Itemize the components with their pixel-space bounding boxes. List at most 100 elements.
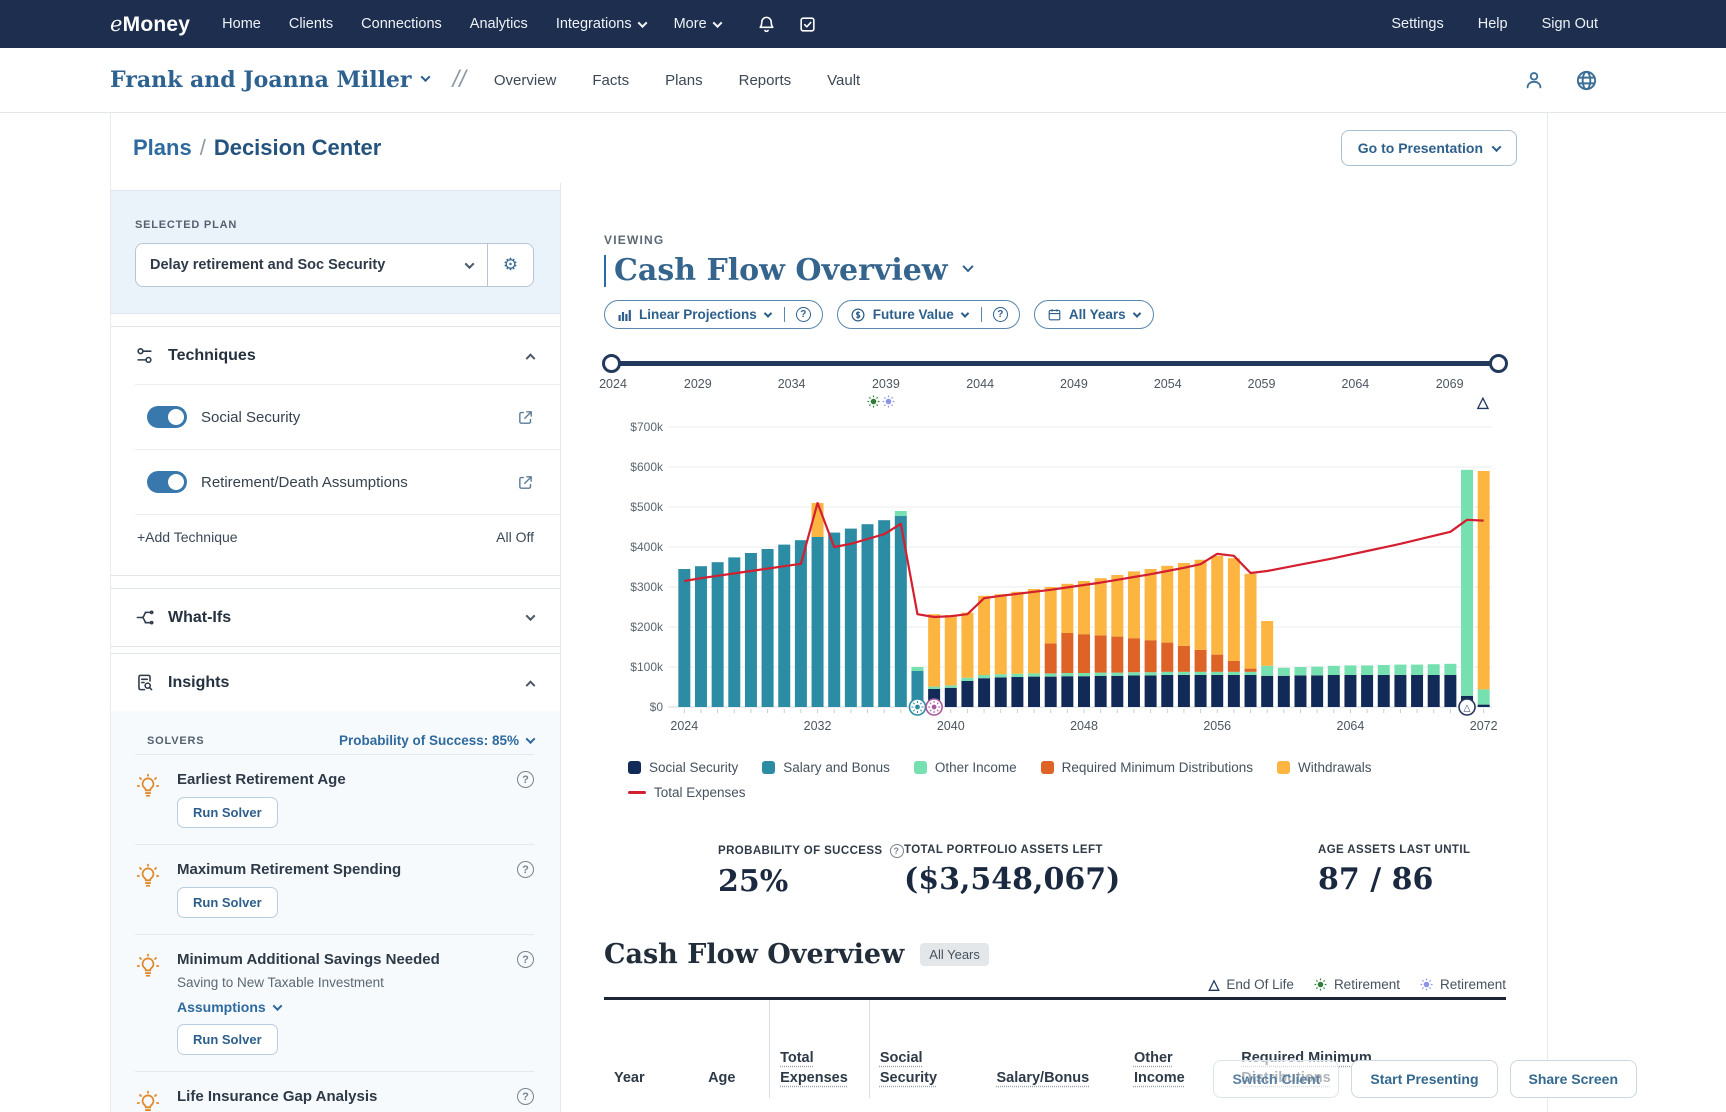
- slider-handle-end[interactable]: [1489, 354, 1508, 373]
- help-icon[interactable]: ?: [517, 771, 534, 788]
- column-salary-bonus: Salary/Bonus: [987, 999, 1124, 1099]
- bell-icon[interactable]: [757, 15, 776, 34]
- nav-clients[interactable]: Clients: [289, 16, 333, 32]
- all-years-label: All Years: [1069, 307, 1126, 322]
- stat-label: PROBABILITY OF SUCCESS: [718, 845, 883, 857]
- run-solver-button[interactable]: Run Solver: [177, 797, 278, 828]
- start-presenting-button[interactable]: Start Presenting: [1351, 1060, 1497, 1098]
- assumptions-text: Assumptions: [177, 999, 266, 1015]
- help-icon: ?: [993, 307, 1008, 322]
- nav-home[interactable]: Home: [222, 16, 261, 32]
- client-selector[interactable]: Frank and Joanna Miller: [110, 67, 429, 93]
- plan-settings-button[interactable]: ⚙: [487, 244, 533, 286]
- marker-retirement-2: Retirement: [1420, 976, 1506, 993]
- end-of-life-icon: △: [1477, 393, 1489, 411]
- solver-title: Minimum Additional Savings Needed: [177, 951, 440, 968]
- external-link-icon[interactable]: [517, 409, 534, 426]
- retirement-icon: [882, 395, 895, 408]
- social-security-toggle[interactable]: [147, 406, 187, 428]
- solver-earliest-retirement-age: Earliest Retirement Age ? Run Solver: [135, 754, 534, 844]
- probability-of-success-link[interactable]: Probability of Success: 85%: [339, 733, 534, 748]
- tab-vault[interactable]: Vault: [827, 72, 860, 89]
- nav-more[interactable]: More: [674, 16, 721, 32]
- help-icon[interactable]: ?: [890, 844, 904, 858]
- marker-retirement-1: Retirement: [1314, 976, 1400, 993]
- what-ifs-header[interactable]: What-Ifs: [111, 589, 560, 646]
- retirement-icon: [1314, 978, 1327, 991]
- solver-title: Earliest Retirement Age: [177, 771, 346, 788]
- svg-text:$300k: $300k: [630, 580, 664, 594]
- plan-select-value[interactable]: Delay retirement and Soc Security: [136, 244, 487, 286]
- value-mode-chip: Future Value ?: [837, 300, 1020, 329]
- slider-year: 2064: [1341, 377, 1369, 391]
- chevron-down-icon[interactable]: [962, 260, 973, 271]
- help-icon[interactable]: ?: [517, 1088, 534, 1105]
- retirement-icon: [867, 395, 880, 408]
- insights-title: Insights: [168, 674, 229, 692]
- external-link-icon[interactable]: [517, 474, 534, 491]
- lightbulb-icon: [135, 953, 161, 979]
- chevron-down-icon: [712, 18, 722, 28]
- share-screen-button[interactable]: Share Screen: [1510, 1060, 1638, 1098]
- techniques-icon: [135, 346, 154, 365]
- legend-swatch: [1041, 761, 1054, 774]
- tab-plans[interactable]: Plans: [665, 72, 703, 89]
- slider-year-labels: 2024 2029 2034 2039 2044 2049 2054 2059 …: [604, 377, 1506, 393]
- slider-track[interactable]: [604, 361, 1506, 366]
- nav-analytics[interactable]: Analytics: [470, 16, 528, 32]
- lightbulb-icon: [135, 773, 161, 799]
- projection-help-button[interactable]: ?: [784, 307, 822, 322]
- globe-icon[interactable]: [1575, 69, 1598, 92]
- chart-filters: Linear Projections ? Future Value ?: [604, 300, 1506, 329]
- svg-text:2072: 2072: [1470, 719, 1498, 733]
- legend-swatch: [1277, 761, 1290, 774]
- selected-plan-label: SELECTED PLAN: [135, 219, 534, 231]
- nav-connections[interactable]: Connections: [361, 16, 442, 32]
- selected-plan-panel: SELECTED PLAN Delay retirement and Soc S…: [111, 190, 560, 314]
- chevron-down-icon: [1132, 309, 1140, 317]
- tab-reports[interactable]: Reports: [739, 72, 792, 89]
- tasks-checkbox-icon[interactable]: [798, 15, 817, 34]
- column-social-security: Social Security: [869, 999, 986, 1099]
- switch-client-button[interactable]: Switch Client: [1213, 1060, 1339, 1098]
- linear-projections-select[interactable]: Linear Projections: [605, 307, 784, 322]
- go-to-presentation-button[interactable]: Go to Presentation: [1341, 130, 1517, 166]
- all-off-link[interactable]: All Off: [496, 529, 534, 545]
- all-years-select[interactable]: All Years: [1035, 307, 1153, 322]
- emoney-logo[interactable]: eMoney: [110, 12, 190, 37]
- future-value-select[interactable]: Future Value: [838, 307, 981, 322]
- add-technique-link[interactable]: +Add Technique: [137, 529, 238, 545]
- slider-year: 2044: [966, 377, 994, 391]
- nav-integrations[interactable]: Integrations: [556, 16, 646, 32]
- nav-settings[interactable]: Settings: [1391, 16, 1443, 32]
- assumptions-link[interactable]: Assumptions: [177, 999, 534, 1015]
- user-icon[interactable]: [1523, 69, 1545, 91]
- slider-year: 2059: [1248, 377, 1276, 391]
- help-icon[interactable]: ?: [517, 861, 534, 878]
- view-title[interactable]: Cash Flow Overview: [614, 253, 948, 288]
- what-ifs-title: What-Ifs: [168, 609, 231, 627]
- table-section-header: Cash Flow Overview All Years: [604, 939, 1506, 970]
- tab-overview[interactable]: Overview: [494, 72, 557, 89]
- svg-text:$0: $0: [650, 700, 664, 714]
- value-help-button[interactable]: ?: [981, 307, 1019, 322]
- svg-text:2048: 2048: [1070, 719, 1098, 733]
- help-icon[interactable]: ?: [517, 951, 534, 968]
- retirement-death-toggle[interactable]: [147, 471, 187, 493]
- lightbulb-icon: [135, 1090, 161, 1112]
- run-solver-button[interactable]: Run Solver: [177, 887, 278, 918]
- plan-select-text: Delay retirement and Soc Security: [150, 257, 385, 273]
- insights-header[interactable]: Insights: [111, 654, 560, 711]
- breadcrumb-plans-link[interactable]: Plans: [133, 135, 192, 160]
- technique-label: Social Security: [201, 409, 300, 426]
- svg-text:$100k: $100k: [630, 660, 664, 674]
- all-years-badge: All Years: [920, 943, 989, 966]
- techniques-header[interactable]: Techniques: [111, 327, 560, 384]
- run-solver-button[interactable]: Run Solver: [177, 1024, 278, 1055]
- nav-sign-out[interactable]: Sign Out: [1542, 16, 1598, 32]
- page-container: Plans/Decision Center Go to Presentation…: [110, 113, 1548, 1112]
- nav-help[interactable]: Help: [1478, 16, 1508, 32]
- table-section-title: Cash Flow Overview: [604, 939, 904, 970]
- slider-handle-start[interactable]: [602, 354, 621, 373]
- tab-facts[interactable]: Facts: [592, 72, 629, 89]
